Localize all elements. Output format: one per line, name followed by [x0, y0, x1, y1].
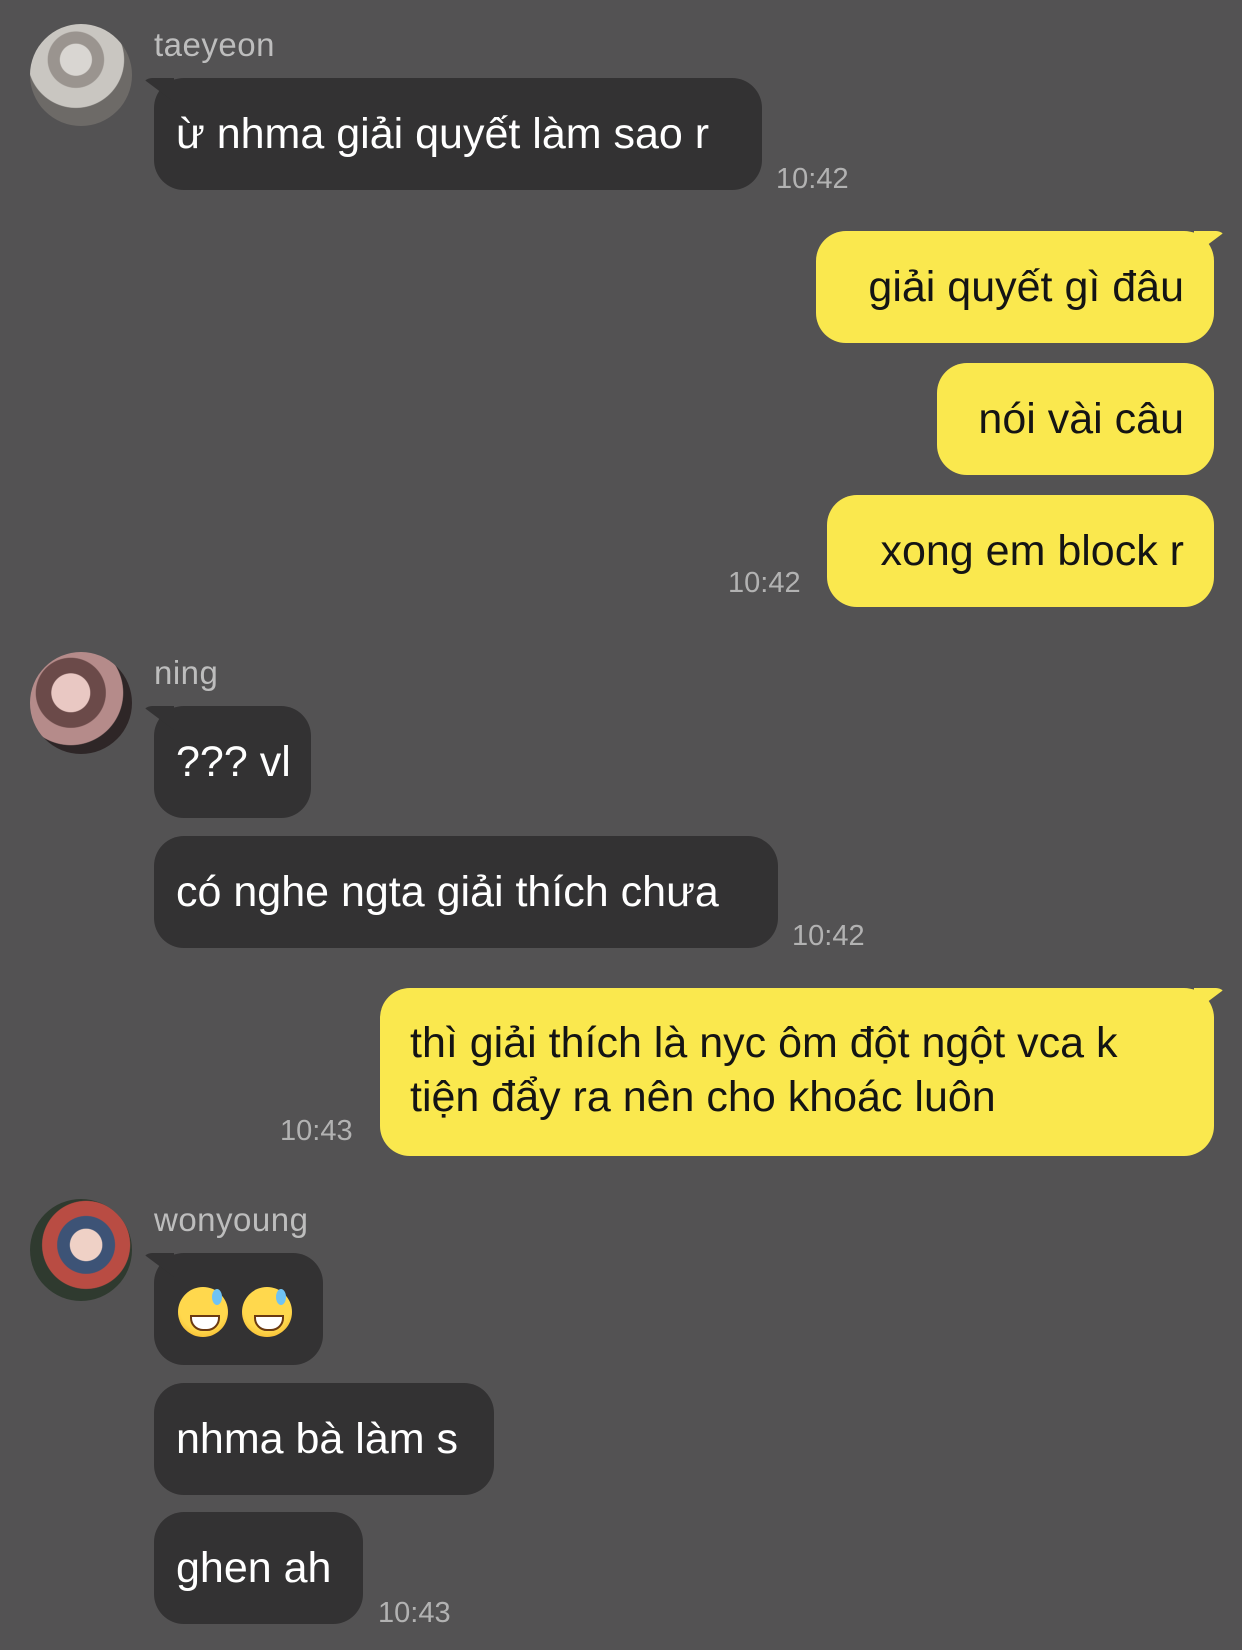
message-bubble-incoming[interactable]: có nghe ngta giải thích chưa	[154, 836, 778, 948]
message-bubble-outgoing[interactable]: nói vài câu	[937, 363, 1214, 475]
message-text: nhma bà làm s	[176, 1415, 459, 1463]
message-time: 10:42	[792, 920, 865, 952]
message-bubble-outgoing[interactable]: xong em block r	[827, 495, 1214, 607]
message-bubble-incoming[interactable]: ??? vl	[154, 706, 311, 818]
message-bubble-incoming[interactable]: ghen ah	[154, 1512, 363, 1624]
message-text: giải quyết gì đâu	[868, 263, 1184, 311]
message-time: 10:42	[728, 567, 801, 599]
sweat-smile-emoji-icon	[178, 1286, 228, 1337]
sender-name-taeyeon: taeyeon	[154, 26, 275, 63]
avatar-wonyoung[interactable]	[30, 1199, 132, 1301]
message-bubble-outgoing[interactable]: thì giải thích là nyc ôm đột ngột vca k …	[380, 988, 1214, 1156]
avatar-taeyeon[interactable]	[30, 24, 132, 126]
message-text: ghen ah	[176, 1544, 332, 1592]
message-time: 10:43	[378, 1597, 451, 1629]
message-time: 10:43	[280, 1115, 353, 1147]
message-bubble-incoming[interactable]	[154, 1253, 323, 1365]
message-bubble-incoming[interactable]: ừ nhma giải quyết làm sao r	[154, 78, 762, 190]
message-text: ??? vl	[176, 738, 291, 786]
message-time: 10:42	[776, 163, 849, 195]
message-text-line: tiện đẩy ra nên cho khoác luôn	[410, 1073, 996, 1121]
message-bubble-incoming[interactable]: nhma bà làm s	[154, 1383, 494, 1495]
sweat-smile-emoji-icon	[242, 1286, 292, 1337]
message-text: nói vài câu	[978, 395, 1184, 443]
sender-name-ning: ning	[154, 654, 219, 691]
message-text: có nghe ngta giải thích chưa	[176, 868, 719, 916]
sender-name-wonyoung: wonyoung	[154, 1201, 309, 1238]
message-text: ừ nhma giải quyết làm sao r	[176, 110, 710, 158]
message-text-line: thì giải thích là nyc ôm đột ngột vca k	[410, 1019, 1118, 1067]
message-bubble-outgoing[interactable]: giải quyết gì đâu	[816, 231, 1214, 343]
avatar-ning[interactable]	[30, 652, 132, 754]
message-text: xong em block r	[880, 527, 1184, 575]
